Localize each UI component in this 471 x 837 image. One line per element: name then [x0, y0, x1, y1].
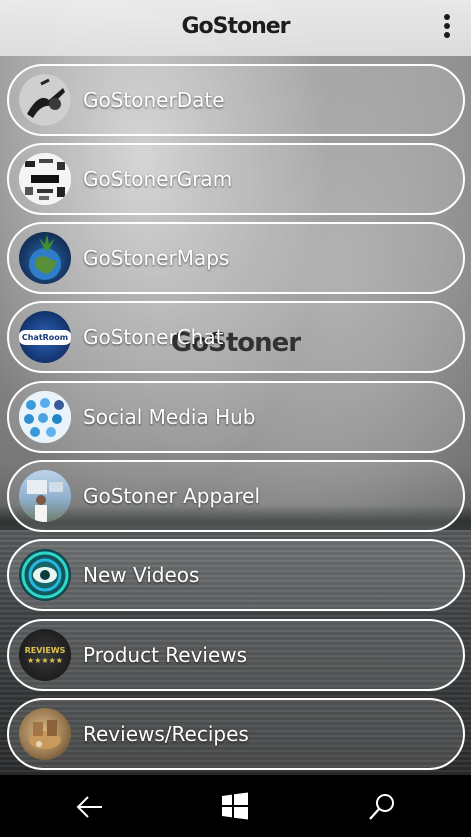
chatroom-icon: ChatRoom — [19, 311, 71, 363]
back-arrow-icon[interactable] — [74, 791, 106, 823]
menu-item-label: Social Media Hub — [83, 405, 256, 429]
reviews-stars-icon: REVIEWS ★★★★★ — [19, 629, 71, 681]
menu-item-reviews-recipes[interactable]: Reviews/Recipes — [7, 698, 465, 770]
system-navigation-bar — [0, 775, 471, 837]
menu-item-label: Product Reviews — [83, 643, 248, 667]
menu-item-gostonermaps[interactable]: GoStonerMaps — [7, 222, 465, 294]
menu-item-product-reviews[interactable]: REVIEWS ★★★★★ Product Reviews — [7, 619, 465, 691]
app-title: GoStoner — [181, 14, 290, 39]
apparel-photo-icon — [19, 470, 71, 522]
menu-item-label: GoStoner Apparel — [83, 484, 261, 508]
menu-item-label: New Videos — [83, 563, 200, 587]
menu-item-gostoner-apparel[interactable]: GoStoner Apparel — [7, 460, 465, 532]
menu-item-label: GoStonerChat — [83, 325, 224, 349]
more-options-icon[interactable] — [441, 14, 453, 38]
reviews-text: REVIEWS — [24, 645, 66, 655]
recipes-photo-icon — [19, 708, 71, 760]
menu-item-new-videos[interactable]: New Videos — [7, 539, 465, 611]
search-icon[interactable] — [366, 791, 398, 823]
app-header: GoStoner — [0, 0, 471, 56]
menu-item-label: Reviews/Recipes — [83, 722, 249, 746]
menu-item-gostonergram[interactable]: GoStonerGram — [7, 143, 465, 215]
menu-item-social-media-hub[interactable]: Social Media Hub — [7, 381, 465, 453]
menu-item-label: GoStonerMaps — [83, 246, 230, 270]
windows-start-icon[interactable] — [220, 791, 252, 823]
stars-icon: ★★★★★ — [27, 655, 63, 665]
globe-leaf-icon — [19, 232, 71, 284]
social-media-collage-icon — [19, 153, 71, 205]
social-hub-icon — [19, 391, 71, 443]
menu-item-label: GoStonerDate — [83, 88, 225, 112]
menu-item-label: GoStonerGram — [83, 167, 233, 191]
dating-photo-icon — [19, 74, 71, 126]
eye-video-icon — [19, 549, 71, 601]
menu-item-gostonerchat[interactable]: ChatRoom GoStonerChat — [7, 301, 465, 373]
chatroom-text: ChatRoom — [19, 329, 71, 345]
menu-item-gostonerdate[interactable]: GoStonerDate — [7, 64, 465, 136]
